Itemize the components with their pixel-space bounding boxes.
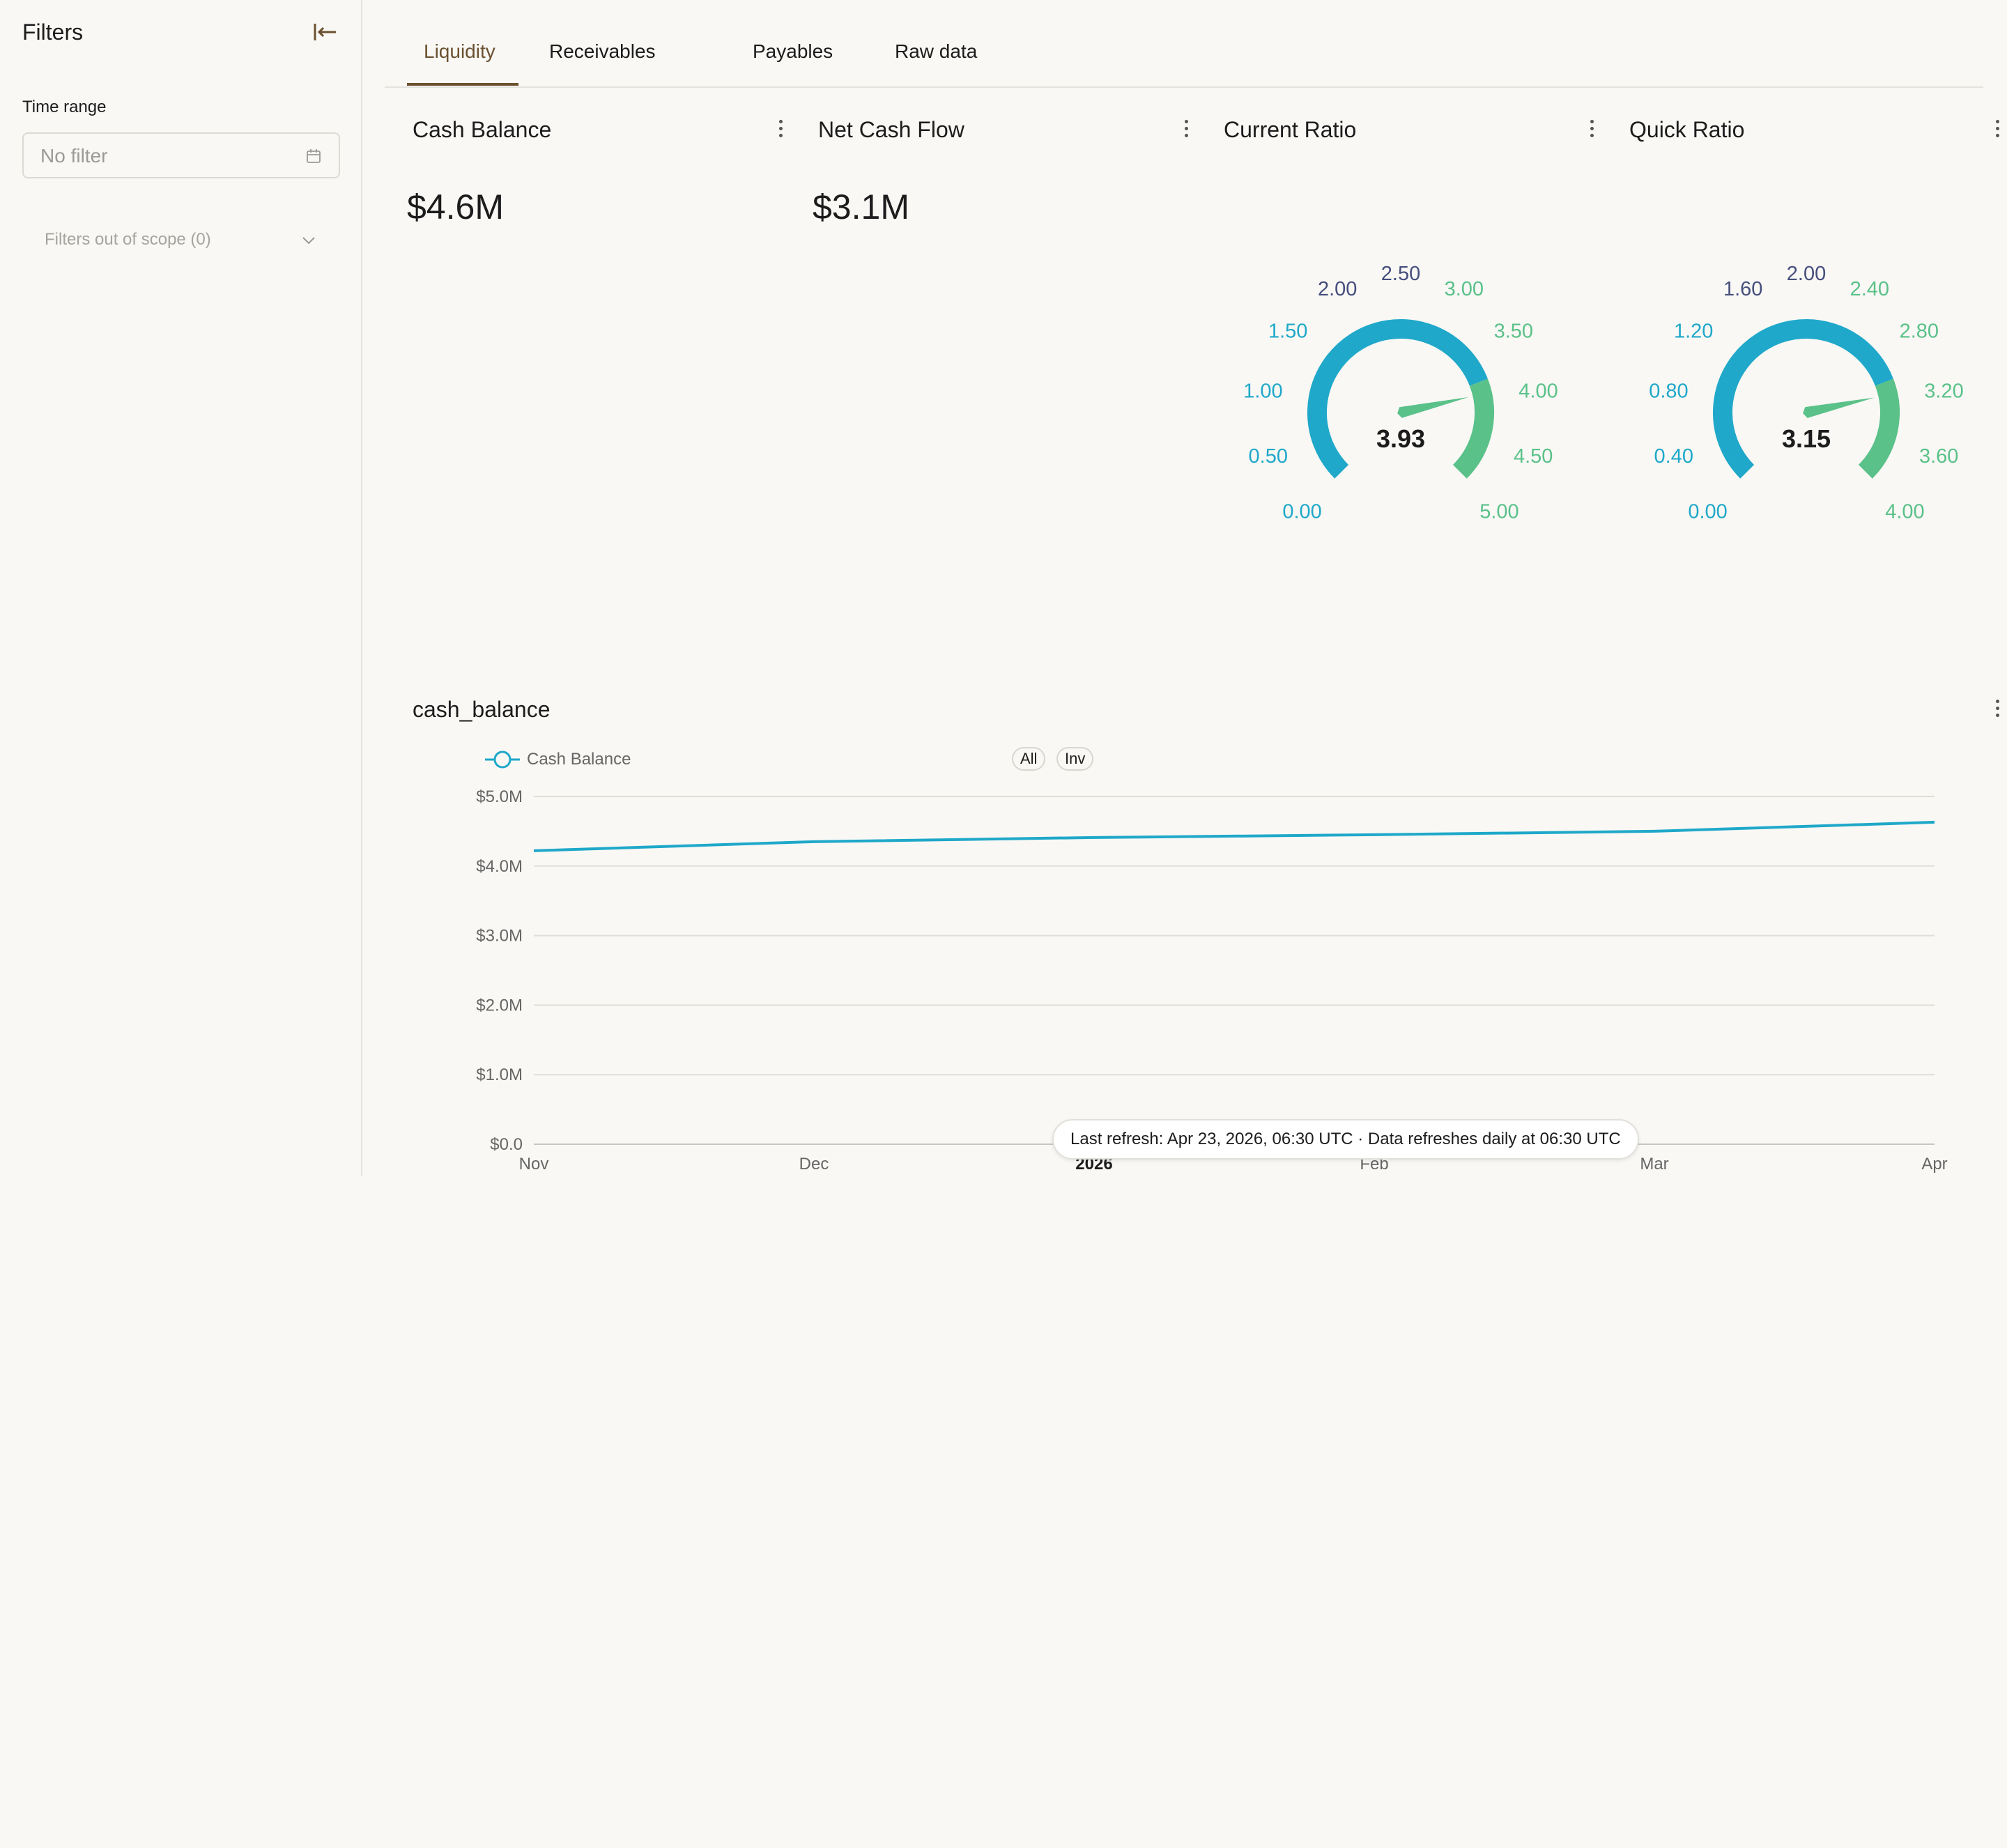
net-cash-flow-value: $3.1M [813, 187, 909, 226]
tab-payables[interactable]: Payables [753, 40, 833, 63]
x-tick-label: Mar [1640, 1155, 1668, 1173]
quick-ratio-gauge: 0.00 0.40 0.80 1.20 1.60 2.00 2.40 2.80 3.20 3.60… [1613, 237, 1989, 561]
chevron-down-icon [302, 237, 315, 245]
current-ratio-gauge-tick-label: 1.50 [1268, 320, 1307, 342]
current-ratio-gauge-pointer [1397, 396, 1469, 418]
refresh-status-toast: Last refresh: Apr 23, 2026, 06:30 UTC · … [1052, 1119, 1639, 1160]
current-ratio-gauge: 0.00 0.50 1.00 1.50 2.00 2.50 3.00 3.50 4.00 4.50… [1207, 237, 1597, 561]
current-ratio-gauge-tick-label: 2.50 [1381, 263, 1420, 285]
y-tick-label: $4.0M [476, 857, 523, 876]
current-ratio-gauge-tick-label: 1.00 [1243, 380, 1282, 403]
net-cash-flow-title: Net Cash Flow [818, 117, 964, 142]
current-ratio-gauge-tick-label: 4.50 [1514, 445, 1553, 468]
filters-out-of-scope-toggle[interactable]: Filters out of scope (0) [45, 230, 318, 254]
cash-balance-series-line[interactable] [533, 820, 1935, 852]
quick-ratio-gauge-tick-label: 0.80 [1649, 380, 1688, 403]
quick-ratio-gauge-tick-label: 2.00 [1787, 263, 1826, 285]
net-cash-flow-menu-button[interactable] [1179, 117, 1193, 145]
collapse-sidebar-button[interactable] [309, 17, 340, 47]
x-tick-label: Dec [799, 1155, 829, 1173]
x-tick-label: Nov [519, 1155, 549, 1173]
current-ratio-gauge-tick-label: 3.00 [1445, 278, 1484, 300]
quick-ratio-gauge-tick-label: 1.20 [1674, 320, 1713, 342]
y-tick-label: $0.0 [490, 1135, 523, 1154]
quick-ratio-title: Quick Ratio [1629, 117, 1745, 142]
y-tick-label: $1.0M [476, 1065, 523, 1084]
collapse-left-icon [314, 24, 336, 40]
time-range-input[interactable]: No filter [22, 132, 340, 178]
legend-line-marker-icon [485, 750, 520, 769]
cash-balance-menu-button[interactable] [774, 117, 787, 145]
quick-ratio-gauge-tick-label: 4.00 [1885, 500, 1924, 523]
legend-cash-balance-label[interactable]: Cash Balance [527, 750, 631, 769]
cash-balance-value: $4.6M [407, 187, 504, 226]
chart-menu-button[interactable] [1990, 697, 2004, 725]
tab-receivables[interactable]: Receivables [549, 40, 656, 63]
filters-out-of-scope-label: Filters out of scope (0) [45, 230, 211, 249]
quick-ratio-gauge-tick-label: 3.60 [1919, 445, 1958, 468]
quick-ratio-gauge-target-arc [1858, 378, 1900, 479]
quick-ratio-gauge-svg: 0.00 0.40 0.80 1.20 1.60 2.00 2.40 2.80 3.20 3.60… [1649, 263, 1964, 523]
legend-select-all-button[interactable]: All [1012, 747, 1046, 771]
y-tick-label: $2.0M [476, 996, 523, 1015]
quick-ratio-gauge-tick-label: 2.40 [1850, 278, 1889, 300]
filters-sidebar: Filters Time range No filter Filters out… [0, 0, 362, 1176]
current-ratio-gauge-tick-label: 3.50 [1494, 320, 1533, 342]
quick-ratio-gauge-tick-label: 2.80 [1900, 320, 1939, 342]
current-ratio-gauge-tick-label: 0.50 [1249, 445, 1288, 468]
cash-balance-chart-title: cash_balance [413, 697, 551, 722]
quick-ratio-gauge-value: 3.15 [1782, 424, 1831, 453]
quick-ratio-gauge-pointer [1803, 397, 1875, 418]
current-ratio-menu-button[interactable] [1585, 117, 1599, 145]
quick-ratio-menu-button[interactable] [1990, 117, 2004, 145]
quick-ratio-gauge-tick-label: 0.40 [1654, 445, 1693, 468]
current-ratio-gauge-tick-label: 2.00 [1318, 278, 1357, 300]
x-tick-label: Apr [1921, 1155, 1947, 1173]
current-ratio-gauge-svg: 0.00 0.50 1.00 1.50 2.00 2.50 3.00 3.50 4.00 4.50… [1243, 263, 1558, 523]
quick-ratio-gauge-tick-label: 1.60 [1723, 278, 1762, 300]
cash-balance-title: Cash Balance [413, 117, 552, 142]
quick-ratio-gauge-tick-label: 0.00 [1688, 500, 1727, 523]
calendar-icon [307, 149, 321, 163]
y-tick-label: $5.0M [476, 787, 523, 806]
current-ratio-gauge-tick-label: 5.00 [1479, 500, 1518, 523]
quick-ratio-gauge-tick-label: 3.20 [1924, 380, 1963, 403]
main-content: Liquidity Receivables Payables Raw data … [362, 0, 2007, 1176]
active-tab-indicator [407, 83, 518, 86]
current-ratio-title: Current Ratio [1224, 117, 1357, 142]
dashboard: Filters Time range No filter Filters out… [0, 0, 2007, 1176]
current-ratio-gauge-tick-label: 0.00 [1282, 500, 1321, 523]
y-tick-label: $3.0M [476, 927, 523, 946]
current-ratio-gauge-value: 3.93 [1376, 424, 1425, 453]
current-ratio-gauge-tick-label: 4.00 [1518, 380, 1558, 403]
time-range-placeholder: No filter [40, 145, 108, 167]
dashboard-tabs: Liquidity Receivables Payables Raw data [385, 0, 1983, 88]
current-ratio-gauge-target-arc [1452, 378, 1494, 479]
time-range-label: Time range [22, 98, 107, 116]
tab-raw-data[interactable]: Raw data [895, 40, 977, 63]
legend-invert-button[interactable]: Inv [1056, 747, 1094, 771]
cash-balance-line-chart: $0.0$1.0M$2.0M$3.0M$4.0M$5.0MNov Dec 2026 F… [476, 787, 1947, 1173]
tab-liquidity[interactable]: Liquidity [424, 40, 495, 63]
filters-title: Filters [22, 20, 84, 45]
